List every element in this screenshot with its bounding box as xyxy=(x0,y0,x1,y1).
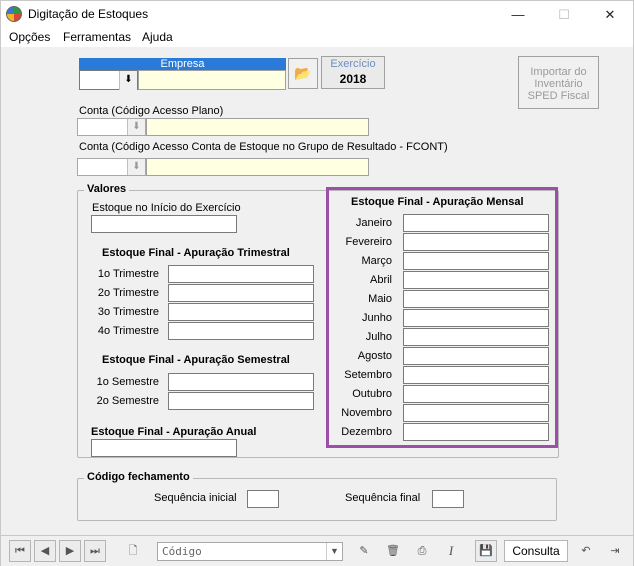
conta-fcont-name-field xyxy=(146,158,369,176)
estoque-inicio-label: Estoque no Início do Exercício xyxy=(92,202,241,214)
conta-plano-name-field xyxy=(146,118,369,136)
import-sped-button[interactable]: Importar do Inventário SPED Fiscal xyxy=(518,56,599,109)
maximize-button[interactable]: ☐ xyxy=(541,1,587,28)
open-folder-button[interactable]: 📂 xyxy=(288,58,318,89)
menu-opcoes[interactable]: Opções xyxy=(9,30,50,44)
semestre-1-input[interactable] xyxy=(168,373,314,391)
month-input-0[interactable] xyxy=(403,214,549,232)
delete-icon[interactable]: 🗑 xyxy=(382,540,404,562)
save-icon[interactable]: 💾 xyxy=(475,540,497,562)
menu-ferramentas[interactable]: Ferramentas xyxy=(63,30,131,44)
trimestre-2-label: 2o Trimestre xyxy=(97,287,159,299)
menu-bar: Opções Ferramentas Ajuda xyxy=(1,28,633,47)
empresa-code-input[interactable]: ⬇ xyxy=(79,70,138,90)
code-combobox[interactable]: Código ▼ xyxy=(157,542,343,561)
import-line2: Inventário xyxy=(534,78,583,90)
month-label-9: Outubro xyxy=(352,388,392,400)
empresa-name-field xyxy=(138,70,286,90)
month-input-7[interactable] xyxy=(403,347,549,365)
exercicio-value: 2018 xyxy=(339,72,367,86)
semestre-1-label: 1o Semestre xyxy=(96,376,159,388)
month-input-8[interactable] xyxy=(403,366,549,384)
conta-fcont-code-input[interactable]: ⬇ xyxy=(77,158,146,176)
conta-plano-code-input[interactable]: ⬇ xyxy=(77,118,146,136)
next-record-icon[interactable]: ▶ xyxy=(59,540,81,562)
exit-door-icon[interactable]: ⇥ xyxy=(604,540,626,562)
prev-record-icon[interactable]: ◀ xyxy=(34,540,56,562)
month-label-4: Maio xyxy=(368,293,392,305)
undo-icon[interactable]: ↶ xyxy=(575,540,597,562)
import-line1: Importar do xyxy=(530,66,587,78)
anual-title: Estoque Final - Apuração Anual xyxy=(91,426,257,438)
mode-indicator: Consulta xyxy=(504,540,568,562)
first-record-icon[interactable]: ⏮ xyxy=(9,540,31,562)
close-button[interactable]: ✕ xyxy=(587,1,633,28)
month-input-4[interactable] xyxy=(403,290,549,308)
month-input-5[interactable] xyxy=(403,309,549,327)
conta-plano-download-icon[interactable]: ⬇ xyxy=(127,119,145,135)
estoque-inicio-input[interactable] xyxy=(91,215,237,233)
month-label-10: Novembro xyxy=(341,407,392,419)
edit-icon[interactable]: ✎ xyxy=(353,540,375,562)
semestre-2-input[interactable] xyxy=(168,392,314,410)
month-input-11[interactable] xyxy=(403,423,549,441)
month-label-6: Julho xyxy=(365,331,392,343)
month-label-0: Janeiro xyxy=(355,217,392,229)
import-line3: SPED Fiscal xyxy=(527,90,590,102)
fechamento-group xyxy=(77,478,557,521)
seq-final-label: Sequência final xyxy=(345,492,421,504)
app-globe-icon xyxy=(6,6,22,22)
conta-plano-label: Conta (Código Acesso Plano) xyxy=(79,105,224,117)
title-bar: Digitação de Estoques — ☐ ✕ xyxy=(1,1,633,28)
month-label-5: Junho xyxy=(362,312,392,324)
month-label-2: Março xyxy=(361,255,392,267)
trimestre-2-input[interactable] xyxy=(168,284,314,302)
month-label-3: Abril xyxy=(369,274,392,286)
month-input-9[interactable] xyxy=(403,385,549,403)
code-combobox-text: Código xyxy=(162,545,202,558)
valores-title: Valores xyxy=(84,183,130,195)
mensal-title: Estoque Final - Apuração Mensal xyxy=(351,196,524,208)
month-input-10[interactable] xyxy=(403,404,549,422)
bottom-toolbar: ⏮ ◀ ▶ ⏭ 🗋 Código ▼ ✎ 🗑 ⎙ I 💾 Consulta ↶ … xyxy=(1,535,633,566)
last-record-icon[interactable]: ⏭ xyxy=(84,540,106,562)
italic-icon[interactable]: I xyxy=(440,540,462,562)
month-label-11: Dezembro xyxy=(341,426,392,438)
semestre-2-label: 2o Semestre xyxy=(96,395,159,407)
semestral-title: Estoque Final - Apuração Semestral xyxy=(102,354,290,366)
minimize-button[interactable]: — xyxy=(495,1,541,28)
month-label-8: Setembro xyxy=(344,369,392,381)
trimestre-3-label: 3o Trimestre xyxy=(97,306,159,318)
exercicio-label: Exercício xyxy=(330,58,376,70)
exercicio-box: Exercício 2018 xyxy=(321,56,385,89)
trimestre-1-input[interactable] xyxy=(168,265,314,283)
empresa-download-icon[interactable]: ⬇ xyxy=(119,71,137,90)
conta-fcont-download-icon[interactable]: ⬇ xyxy=(127,159,145,175)
trimestre-1-label: 1o Trimestre xyxy=(97,268,159,280)
print-icon[interactable]: ⎙ xyxy=(411,540,433,562)
anual-input[interactable] xyxy=(91,439,237,457)
trimestral-title: Estoque Final - Apuração Trimestral xyxy=(102,247,290,259)
seq-inicial-label: Sequência inicial xyxy=(154,492,237,504)
chevron-down-icon[interactable]: ▼ xyxy=(326,543,342,560)
month-input-1[interactable] xyxy=(403,233,549,251)
month-input-3[interactable] xyxy=(403,271,549,289)
main-window: Digitação de Estoques — ☐ ✕ Opções Ferra… xyxy=(0,0,634,566)
trimestre-4-input[interactable] xyxy=(168,322,314,340)
new-document-icon[interactable]: 🗋 xyxy=(122,540,144,562)
seq-final-input[interactable] xyxy=(432,490,464,508)
month-label-1: Fevereiro xyxy=(345,236,392,248)
trimestre-4-label: 4o Trimestre xyxy=(97,325,159,337)
fechamento-title: Código fechamento xyxy=(84,471,193,483)
seq-inicial-input[interactable] xyxy=(247,490,279,508)
window-title: Digitação de Estoques xyxy=(28,7,149,21)
month-input-2[interactable] xyxy=(403,252,549,270)
trimestre-3-input[interactable] xyxy=(168,303,314,321)
menu-ajuda[interactable]: Ajuda xyxy=(142,30,173,44)
month-label-7: Agosto xyxy=(357,350,392,362)
conta-fcont-label: Conta (Código Acesso Conta de Estoque no… xyxy=(79,141,448,153)
folder-open-icon: 📂 xyxy=(294,65,312,81)
month-input-6[interactable] xyxy=(403,328,549,346)
